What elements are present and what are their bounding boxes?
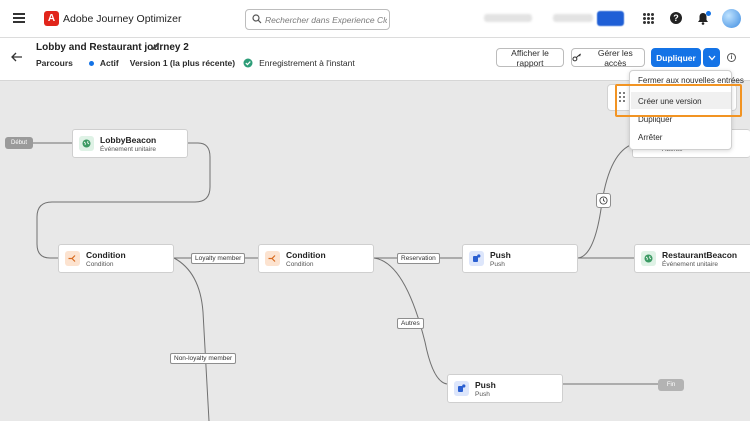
node-subtitle: Événement unitaire: [662, 261, 719, 268]
key-icon: [572, 53, 582, 62]
search-box[interactable]: [245, 9, 390, 30]
push-notification-icon: [469, 251, 484, 266]
node-title: RestaurantBeacon: [662, 250, 738, 260]
journey-type-label: Parcours: [36, 58, 73, 68]
manage-access-button[interactable]: Gérer les accès: [571, 47, 645, 68]
sandbox-badge[interactable]: [597, 11, 624, 26]
journey-version: Version 1 (la plus récente): [129, 58, 236, 68]
end-node[interactable]: Fin: [658, 379, 684, 391]
status-dot: [88, 60, 94, 66]
search-icon: [252, 14, 262, 24]
event-node-restaurant[interactable]: RestaurantBeacon Événement unitaire: [634, 244, 750, 273]
condition-split-icon: [265, 251, 280, 266]
sandbox-name-blurred: [553, 14, 593, 22]
edge-label-others[interactable]: Autres: [397, 318, 424, 329]
timer-icon[interactable]: [596, 193, 611, 208]
adobe-logo: A: [44, 11, 59, 26]
push-notification-icon: [454, 381, 469, 396]
edge-label-reservation[interactable]: Reservation: [397, 253, 440, 264]
chevron-down-icon: [708, 55, 715, 60]
node-subtitle: Événement unitaire: [100, 146, 157, 153]
manage-access-label: Gérer les accès: [597, 47, 633, 68]
condition-node-2[interactable]: Condition Condition: [258, 244, 374, 273]
edge-label-non-loyalty[interactable]: Non-loyalty member: [170, 353, 237, 364]
journey-meta: Parcours Actif Version 1 (la plus récent…: [36, 58, 355, 68]
node-subtitle: Condition: [86, 261, 114, 268]
view-report-button[interactable]: Afficher le rapport: [496, 48, 564, 68]
journey-title: Lobby and Restaurant journey 2: [36, 42, 189, 53]
event-node-lobby[interactable]: LobbyBeacon Événement unitaire: [72, 129, 188, 158]
avatar[interactable]: [722, 9, 741, 28]
duplicate-button[interactable]: Dupliquer: [651, 48, 701, 67]
edge-label-loyalty[interactable]: Loyalty member: [191, 253, 246, 264]
node-title: Condition: [86, 250, 126, 260]
node-subtitle: Push: [475, 391, 490, 398]
node-subtitle: Condition: [286, 261, 314, 268]
globe-icon: [79, 136, 94, 151]
save-status: Enregistrement à l'instant: [259, 58, 355, 68]
top-app-bar: A Adobe Journey Optimizer ?: [0, 0, 750, 38]
node-title: LobbyBeacon: [100, 135, 157, 145]
globe-icon: [641, 251, 656, 266]
start-node[interactable]: Début: [5, 137, 33, 149]
check-circle-icon: [243, 58, 253, 68]
more-actions-button[interactable]: [703, 48, 720, 67]
back-arrow-icon[interactable]: [11, 52, 23, 62]
search-input[interactable]: [265, 12, 387, 27]
push-node-1[interactable]: Push Push: [462, 244, 578, 273]
org-name-blurred: [484, 14, 532, 22]
condition-node-1[interactable]: Condition Condition: [58, 244, 174, 273]
edit-pencil-icon[interactable]: [151, 41, 161, 51]
node-title: Push: [475, 380, 496, 390]
highlight-box: [615, 84, 742, 117]
help-icon[interactable]: ?: [670, 12, 682, 24]
node-title: Push: [490, 250, 511, 260]
hamburger-icon[interactable]: [13, 13, 25, 23]
push-node-2[interactable]: Push Push: [447, 374, 563, 403]
notification-dot: [706, 11, 711, 16]
node-subtitle: Push: [490, 261, 505, 268]
app-name: Adobe Journey Optimizer: [63, 13, 182, 25]
condition-split-icon: [65, 251, 80, 266]
apps-icon[interactable]: [643, 13, 654, 24]
info-icon[interactable]: i: [727, 53, 736, 62]
node-title: Condition: [286, 250, 326, 260]
journey-status: Actif: [99, 58, 119, 68]
menu-item-stop[interactable]: Arrêter: [638, 133, 662, 142]
